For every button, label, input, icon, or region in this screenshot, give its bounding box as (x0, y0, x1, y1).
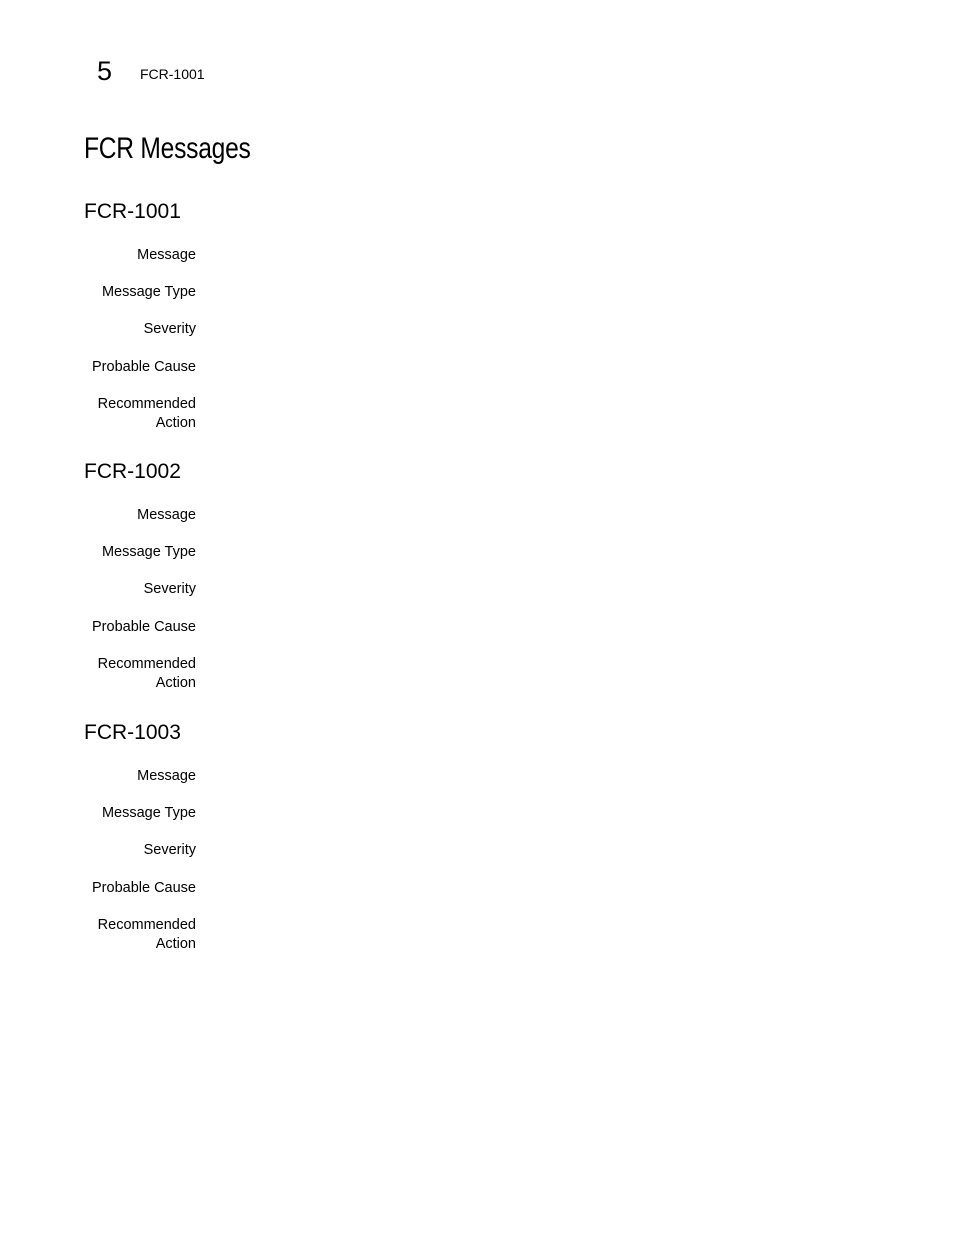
page-title: FCR Messages (84, 132, 251, 165)
field-label-message-type: Message Type (101, 544, 196, 560)
message-section-fcr-1001: FCR-1001 Message Message Type Severity P… (84, 199, 884, 431)
field-label-message: Message (137, 507, 196, 523)
field-label-severity: Severity (143, 321, 196, 337)
chapter-number: 5 (97, 56, 113, 86)
message-section-fcr-1002: FCR-1002 Message Message Type Severity P… (84, 459, 884, 691)
field-label-message-type: Message Type (101, 805, 196, 821)
section-heading: FCR-1001 (84, 200, 181, 223)
field-label-severity: Severity (143, 581, 196, 597)
field-label-message: Message (137, 768, 196, 784)
field-label-recommended-action: Recommended Action (97, 396, 196, 431)
message-section-fcr-1003: FCR-1003 Message Message Type Severity P… (84, 720, 884, 952)
section-heading: FCR-1003 (84, 721, 181, 744)
field-label-recommended-action: Recommended Action (97, 917, 196, 952)
field-label-recommended-action: Recommended Action (97, 656, 196, 691)
field-label-message: Message (137, 247, 196, 263)
field-label-probable-cause: Probable Cause (92, 880, 196, 896)
section-heading: FCR-1002 (84, 460, 181, 483)
running-header: FCR-1001 (140, 66, 205, 82)
field-label-severity: Severity (143, 842, 196, 858)
field-label-probable-cause: Probable Cause (92, 359, 196, 375)
field-label-message-type: Message Type (101, 284, 196, 300)
field-label-probable-cause: Probable Cause (92, 619, 196, 635)
